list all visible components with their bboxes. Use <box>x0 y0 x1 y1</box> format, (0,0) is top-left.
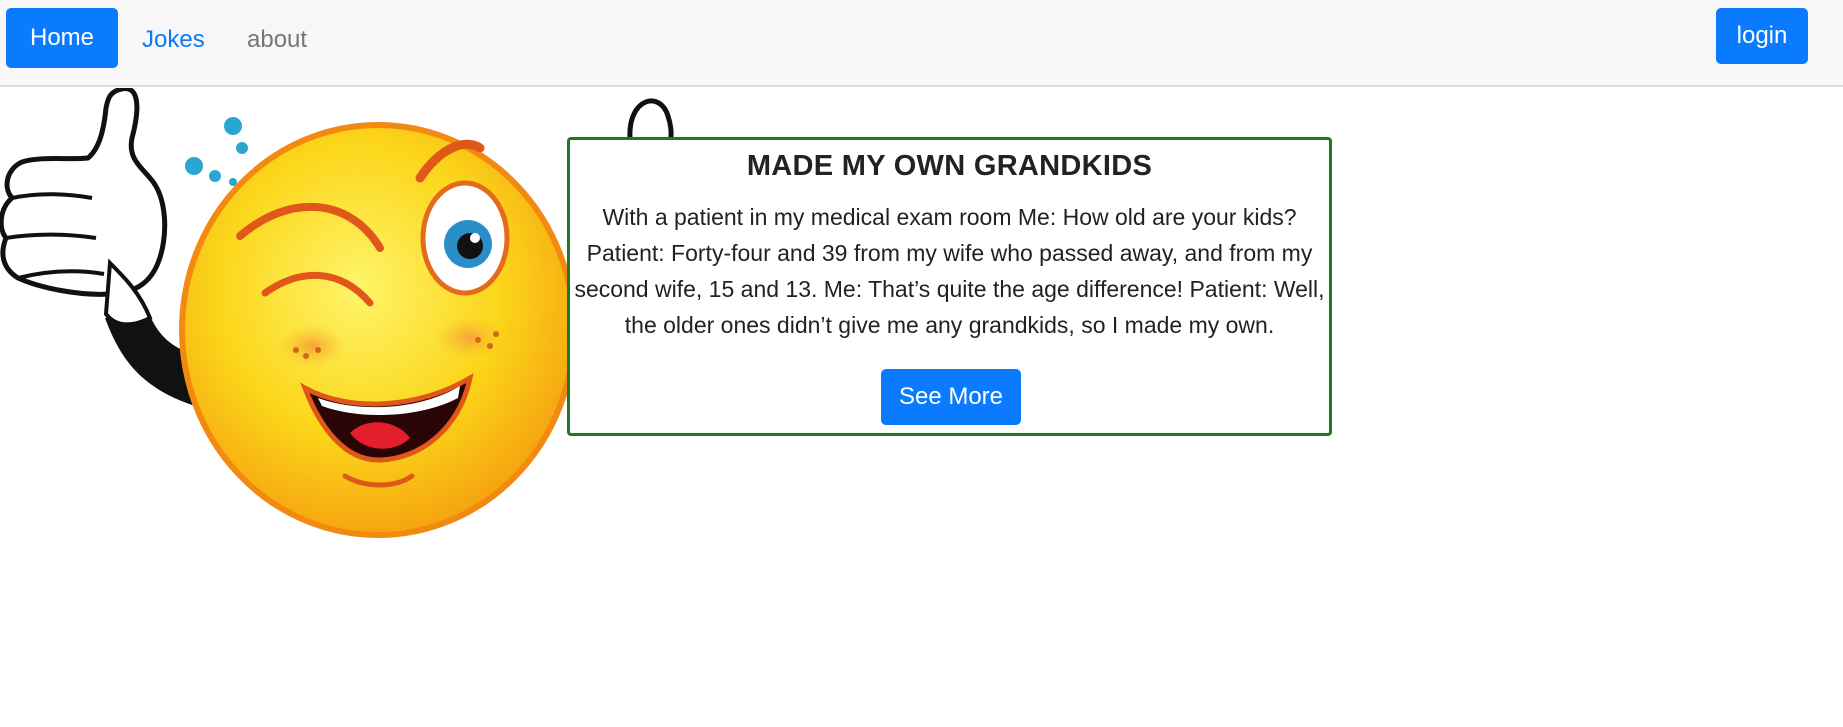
joke-card: MADE MY OWN GRANDKIDS With a patient in … <box>567 137 1332 436</box>
see-more-button[interactable]: See More <box>881 369 1021 425</box>
joke-title: MADE MY OWN GRANDKIDS <box>746 150 1153 182</box>
nav-about-link[interactable]: about <box>247 26 307 54</box>
login-button[interactable]: login <box>1716 8 1808 64</box>
joke-text: With a patient in my medical exam room M… <box>574 204 1325 338</box>
nav-home-button[interactable]: Home <box>6 8 118 68</box>
nav-jokes-link[interactable]: Jokes <box>142 26 205 54</box>
navbar: Home Jokes about login <box>0 0 1843 87</box>
